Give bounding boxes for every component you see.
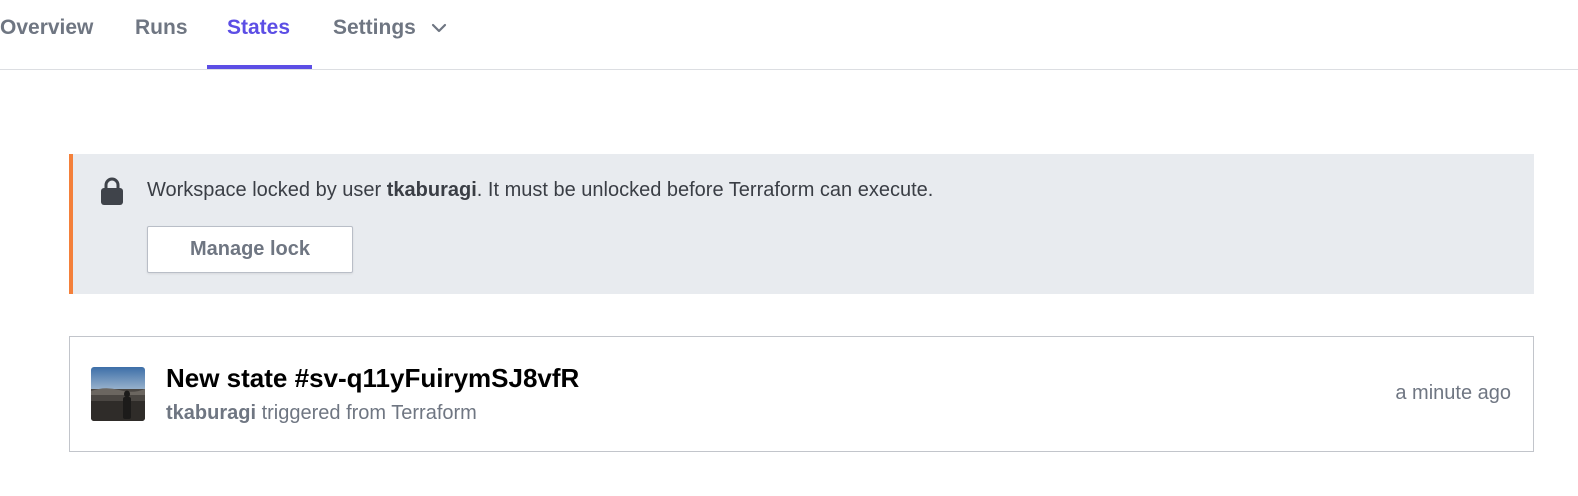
tab-states[interactable]: States [227, 0, 290, 70]
chevron-down-icon [431, 23, 446, 33]
lock-owner: tkaburagi [386, 179, 477, 201]
lock-message-prefix: Workspace locked by user [147, 179, 387, 201]
active-tab-indicator [207, 65, 312, 69]
manage-lock-button[interactable]: Manage lock [147, 226, 353, 273]
tab-states-label: States [227, 16, 291, 39]
state-trigger-text: triggered from Terraform [256, 402, 477, 424]
state-list-item[interactable]: New state #sv-q11yFuirymSJ8vfR tkaburagi… [69, 336, 1534, 452]
tab-overview[interactable]: Overview [0, 0, 93, 70]
tab-settings-label: Settings [333, 16, 416, 39]
tab-runs[interactable]: Runs [135, 0, 188, 70]
state-title[interactable]: New state #sv-q11yFuirymSJ8vfR [166, 363, 579, 394]
tab-overview-label: Overview [0, 16, 94, 39]
lock-message-suffix: . It must be unlocked before Terraform c… [476, 179, 934, 201]
workspace-locked-banner: Workspace locked by user tkaburagi. It m… [69, 154, 1534, 294]
lock-icon [101, 177, 123, 205]
avatar [91, 367, 145, 421]
lock-message: Workspace locked by user tkaburagi. It m… [147, 179, 933, 202]
tab-settings[interactable]: Settings [333, 0, 448, 70]
state-timestamp: a minute ago [1395, 382, 1511, 404]
tab-runs-label: Runs [135, 16, 188, 39]
workspace-tabs: Overview Runs States Settings [0, 0, 1578, 70]
state-user[interactable]: tkaburagi [166, 402, 256, 424]
state-subtitle: tkaburagi triggered from Terraform [166, 402, 477, 425]
